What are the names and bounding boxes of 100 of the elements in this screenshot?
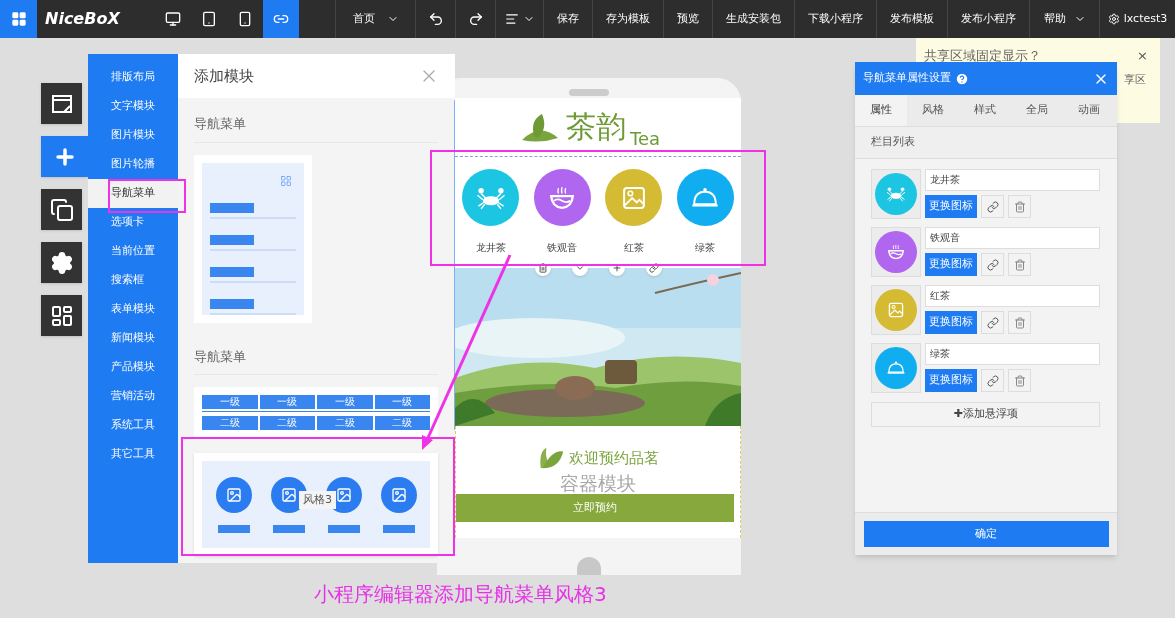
apps-button[interactable] xyxy=(0,0,37,38)
panel-tab[interactable]: 动画 xyxy=(1063,95,1115,126)
tool-button[interactable] xyxy=(41,189,82,230)
nav-label[interactable]: 绿茶 xyxy=(695,240,716,255)
logo: NiceBoX xyxy=(44,8,121,30)
toolbar-action[interactable]: 生成安装包 xyxy=(712,0,794,38)
welcome-text: 欢迎预约品茗 xyxy=(569,447,659,469)
name-field[interactable]: 龙井茶 xyxy=(925,169,1100,191)
down-icon xyxy=(575,263,585,273)
scrollbar[interactable] xyxy=(454,100,455,430)
image-icon xyxy=(335,486,352,503)
category-item[interactable]: 文字模块 xyxy=(88,92,178,121)
panel-tab[interactable]: 风格 xyxy=(907,95,959,126)
trash-icon xyxy=(1013,258,1026,271)
category-item[interactable]: 导航菜单 xyxy=(88,179,178,208)
menu-bar xyxy=(210,266,254,277)
template-card[interactable]: 风格3 xyxy=(194,453,438,556)
tool-button[interactable] xyxy=(41,83,82,124)
style-tooltip: 风格3 xyxy=(299,491,336,509)
category-item[interactable]: 当前位置 xyxy=(88,237,178,266)
trash-icon xyxy=(1013,316,1026,329)
confirm-button[interactable]: 确定 xyxy=(863,521,1109,547)
menu-cell: 一级 xyxy=(317,395,373,409)
delete-icon xyxy=(538,263,548,273)
link-icon xyxy=(986,200,999,213)
link-button[interactable] xyxy=(981,253,1004,276)
template-card[interactable] xyxy=(194,154,312,323)
section-title: 导航菜单 xyxy=(194,114,438,143)
trash-icon xyxy=(1013,200,1026,213)
delete-button[interactable] xyxy=(1008,369,1031,392)
home-dropdown[interactable]: 首页 xyxy=(335,0,415,38)
change-icon-button[interactable]: 更换图标 xyxy=(925,253,977,276)
category-item[interactable]: 系统工具 xyxy=(88,411,178,440)
category-item[interactable]: 产品模块 xyxy=(88,353,178,382)
delete-button[interactable] xyxy=(1008,195,1031,218)
menu-bar xyxy=(210,234,254,245)
nav-label[interactable]: 龙井茶 xyxy=(475,240,506,255)
add-float-button[interactable]: ✚添加悬浮项 xyxy=(871,402,1100,427)
panel-tab[interactable]: 全局 xyxy=(1011,95,1063,126)
redo-icon xyxy=(467,11,484,27)
toolbar-action[interactable]: 下载小程序 xyxy=(794,0,876,38)
menu-bar xyxy=(382,524,415,533)
name-field[interactable]: 铁观音 xyxy=(925,227,1100,249)
menu-bar xyxy=(272,524,305,533)
panel-tab[interactable]: 属性 xyxy=(855,95,907,126)
category-item[interactable]: 新闻模块 xyxy=(88,324,178,353)
section-title: 栏目列表 xyxy=(871,134,915,151)
menu-cell: 一级 xyxy=(374,395,430,409)
toolbar-action[interactable]: 存为模板 xyxy=(592,0,663,38)
trash-icon xyxy=(1013,374,1026,387)
link-icon xyxy=(986,258,999,271)
menu-cell: 一级 xyxy=(259,395,315,409)
image-icon xyxy=(390,486,407,503)
phone-speaker xyxy=(569,89,609,96)
link-button[interactable] xyxy=(981,369,1004,392)
desktop-icon xyxy=(165,11,181,27)
copy-icon xyxy=(49,197,74,222)
image-icon xyxy=(225,486,242,503)
menu-cell: 二级 xyxy=(259,416,315,430)
phone-icon xyxy=(237,11,253,27)
category-item[interactable]: 选项卡 xyxy=(88,208,178,237)
image-icon xyxy=(280,486,297,503)
category-item[interactable]: 营销活动 xyxy=(88,382,178,411)
logo-text: 茶韵 xyxy=(565,112,626,142)
undo-icon xyxy=(427,11,444,27)
link-button[interactable] xyxy=(981,311,1004,334)
panel-tab[interactable]: 样式 xyxy=(959,95,1011,126)
tool-button[interactable] xyxy=(41,242,82,283)
name-field[interactable]: 红茶 xyxy=(925,285,1100,307)
panel-title: 添加模块 xyxy=(194,65,254,87)
container-label: 容器模块 xyxy=(560,472,636,494)
change-icon-button[interactable]: 更换图标 xyxy=(925,311,977,334)
menu-bar xyxy=(327,524,360,533)
template-card[interactable]: 一级 一级 一级 一级 二级 二级 二级 二级 xyxy=(194,387,438,439)
name-field[interactable]: 绿茶 xyxy=(925,343,1100,365)
change-icon-button[interactable]: 更换图标 xyxy=(925,195,977,218)
section-title: 导航菜单 xyxy=(194,346,438,375)
category-item[interactable]: 排版布局 xyxy=(88,63,178,92)
note-close[interactable]: × xyxy=(1137,46,1148,66)
annotation-caption: 小程序编辑器添加导航菜单风格3 xyxy=(314,581,607,608)
category-item[interactable]: 表单模块 xyxy=(88,295,178,324)
menu-cell: 一级 xyxy=(202,395,258,409)
category-item[interactable]: 图片轮播 xyxy=(88,150,178,179)
category-item[interactable]: 其它工具 xyxy=(88,440,178,469)
category-item[interactable]: 搜索框 xyxy=(88,266,178,295)
tool-button[interactable] xyxy=(41,295,82,336)
menu-bar xyxy=(217,524,250,533)
link-icon xyxy=(986,374,999,387)
delete-button[interactable] xyxy=(1008,311,1031,334)
nav-label[interactable]: 铁观音 xyxy=(547,240,578,255)
toolbar-action[interactable]: 保存 xyxy=(543,0,592,38)
link-button[interactable] xyxy=(981,195,1004,218)
delete-button[interactable] xyxy=(1008,253,1031,276)
change-icon-button[interactable]: 更换图标 xyxy=(925,369,977,392)
menu-bar xyxy=(210,298,254,309)
nav-label[interactable]: 红茶 xyxy=(623,240,644,255)
toolbar-action[interactable]: 预览 xyxy=(663,0,712,38)
link-icon xyxy=(986,316,999,329)
category-item[interactable]: 图片模块 xyxy=(88,121,178,150)
help-icon[interactable] xyxy=(955,71,969,86)
